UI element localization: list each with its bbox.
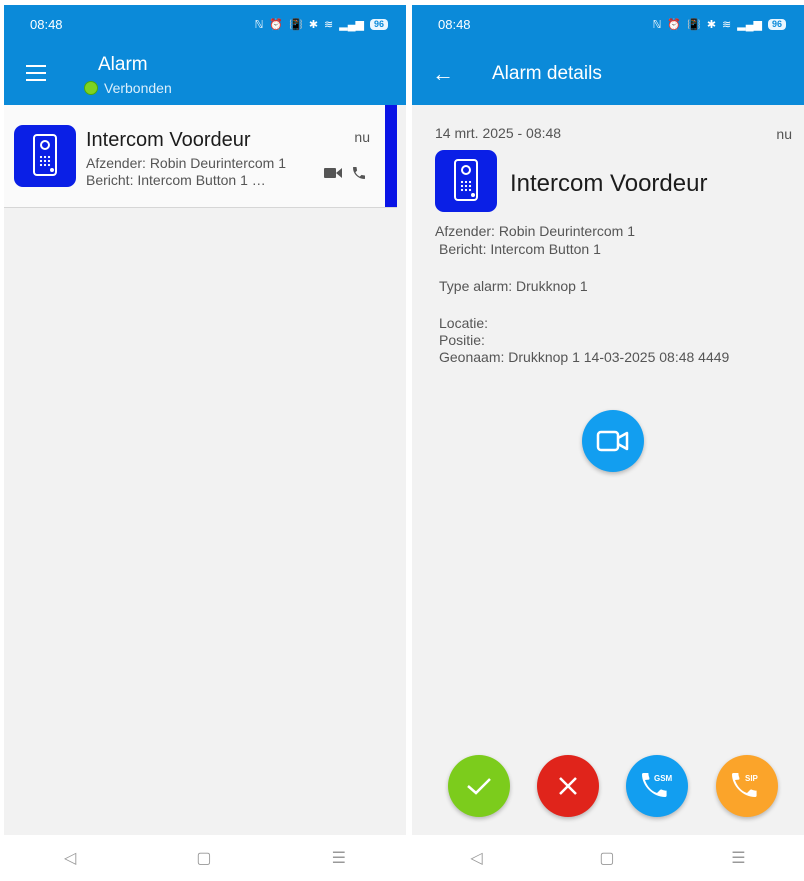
status-icons: ℕ ⏰ 📳 ✱ ≋ ▂▄▆ 96 [653, 18, 786, 31]
video-call-button[interactable] [582, 410, 644, 472]
menu-icon[interactable] [26, 65, 46, 81]
accept-button[interactable] [448, 755, 510, 817]
signal-icon: ▂▄▆ [737, 18, 762, 31]
bluetooth-icon: ✱ [308, 18, 319, 31]
wifi-icon: ≋ [722, 18, 732, 31]
alarm-list-screen: 08:48 ℕ ⏰ 📳 ✱ ≋ ▂▄▆ 96 Alarm Verbonden I… [4, 5, 406, 881]
reject-button[interactable] [537, 755, 599, 817]
alarm-list-item[interactable]: Intercom Voordeur Afzender: Robin Deurin… [4, 105, 397, 208]
connection-label: Verbonden [104, 80, 172, 96]
alarm-message: Bericht: Intercom Button 1 [439, 241, 601, 257]
unread-indicator-bar [385, 105, 397, 207]
alarm-item-time: nu [354, 129, 370, 145]
phone-gsm-icon: GSM [642, 773, 673, 797]
battery-icon: 96 [369, 18, 388, 30]
page-title: Alarm details [492, 63, 602, 84]
bluetooth-icon: ✱ [706, 18, 717, 31]
signal-icon: ▂▄▆ [339, 18, 364, 31]
close-icon [559, 777, 577, 795]
alarm-item-sender: Afzender: Robin Deurintercom 1 [86, 155, 286, 171]
alarm-clock-icon: ⏰ [269, 18, 284, 31]
check-icon [467, 778, 491, 795]
wifi-icon: ≋ [324, 18, 334, 31]
nav-home-button[interactable]: ▢ [196, 848, 211, 868]
alarm-datetime: 14 mrt. 2025 - 08:48 [435, 125, 562, 141]
alarm-details-screen: 08:48 ℕ ⏰ 📳 ✱ ≋ ▂▄▆ 96 ← Alarm details 1… [412, 5, 804, 881]
alarm-location: Locatie: [439, 315, 489, 331]
phone-sip-icon: SIP [732, 773, 759, 797]
alarm-type: Type alarm: Drukknop 1 [439, 278, 588, 294]
nav-menu-button[interactable]: ☰ [731, 848, 745, 868]
system-nav-bar: ◁ ▢ ☰ [412, 835, 804, 881]
back-arrow-icon[interactable]: ← [432, 61, 454, 87]
alarm-time-ago: nu [776, 126, 792, 142]
alarm-title: Intercom Voordeur [510, 170, 708, 197]
alarm-clock-icon: ⏰ [667, 18, 682, 31]
alarm-position: Positie: [439, 332, 485, 348]
alarm-item-icons [324, 165, 367, 181]
system-nav-bar: ◁ ▢ ☰ [4, 835, 406, 881]
page-title: Alarm [98, 54, 148, 75]
call-sip-button[interactable]: SIP [716, 755, 778, 817]
alarm-geoname: Geonaam: Drukknop 1 14-03-2025 08:48 444… [439, 349, 730, 365]
gsm-label: GSM [654, 774, 673, 783]
intercom-icon [14, 125, 76, 187]
phone-icon [353, 167, 365, 179]
alarm-item-message: Bericht: Intercom Button 1 … [86, 172, 266, 188]
alarm-item-title: Intercom Voordeur [86, 129, 251, 151]
status-bar: 08:48 ℕ ⏰ 📳 ✱ ≋ ▂▄▆ 96 [4, 5, 406, 43]
nav-back-button[interactable]: ◁ [64, 848, 76, 868]
nav-back-button[interactable]: ◁ [470, 848, 482, 868]
nav-home-button[interactable]: ▢ [599, 848, 614, 868]
status-bar: 08:48 ℕ ⏰ 📳 ✱ ≋ ▂▄▆ 96 [412, 5, 804, 43]
intercom-icon [435, 150, 497, 212]
nfc-icon: ℕ [652, 18, 662, 31]
nav-menu-button[interactable]: ☰ [332, 848, 346, 868]
status-icons: ℕ ⏰ 📳 ✱ ≋ ▂▄▆ 96 [255, 18, 388, 31]
status-time: 08:48 [30, 16, 63, 32]
app-bar: Alarm Verbonden [4, 43, 406, 105]
app-bar: ← Alarm details [412, 43, 804, 105]
vibrate-icon: 📳 [289, 18, 303, 31]
battery-icon: 96 [767, 18, 786, 30]
video-camera-icon [324, 168, 342, 178]
video-camera-icon [596, 430, 629, 452]
connection-status: Verbonden [84, 80, 172, 96]
alarm-sender: Afzender: Robin Deurintercom 1 [435, 223, 635, 239]
status-time: 08:48 [438, 16, 471, 32]
call-gsm-button[interactable]: GSM [626, 755, 688, 817]
connected-dot-icon [84, 81, 98, 95]
nfc-icon: ℕ [254, 18, 264, 31]
sip-label: SIP [745, 774, 759, 783]
vibrate-icon: 📳 [687, 18, 701, 31]
